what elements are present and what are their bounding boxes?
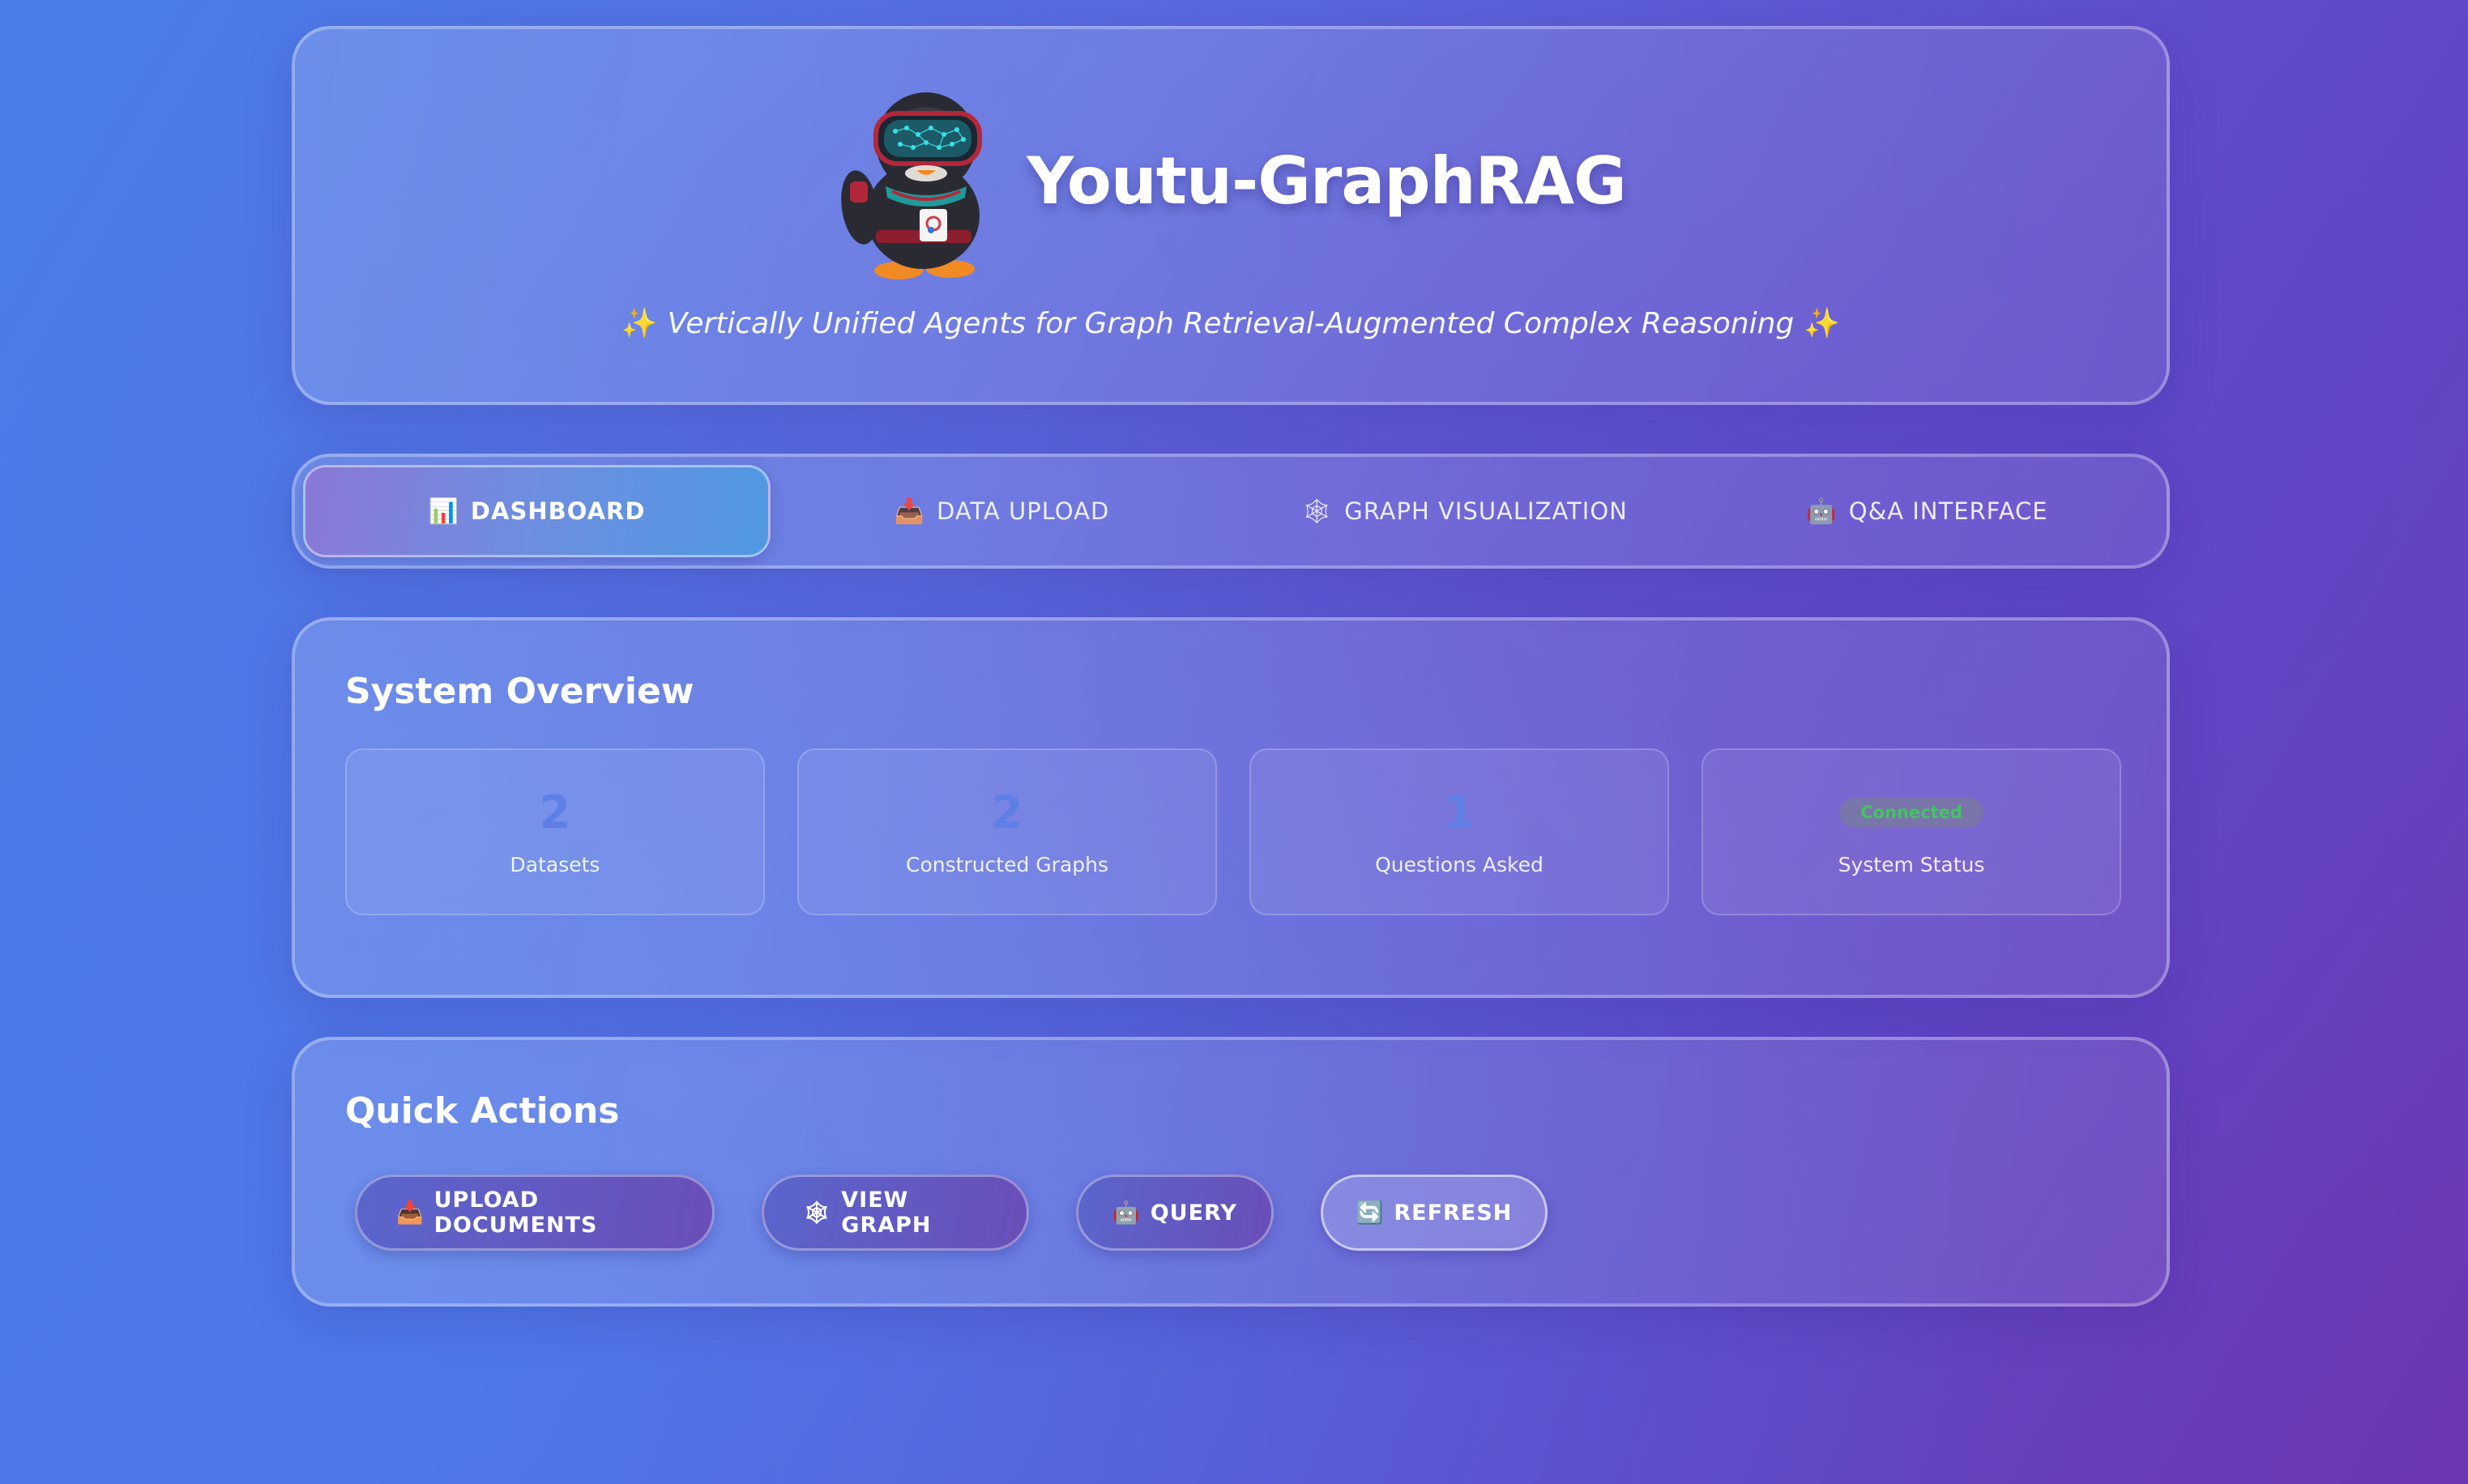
tab-label: Dashboard bbox=[470, 497, 646, 525]
sparkle-icon: ✨ bbox=[1804, 307, 1841, 340]
inbox-tray-icon: 📥 bbox=[894, 497, 926, 526]
stat-label: Constructed Graphs bbox=[906, 852, 1108, 876]
status-badge-wrap: Connected bbox=[1839, 788, 1983, 838]
spider-web-icon: 🕸 bbox=[803, 1200, 832, 1226]
quick-actions-row: 📥 Upload Documents 🕸 View Graph 🤖 Query … bbox=[355, 1175, 1548, 1251]
system-overview-panel: System Overview 2 Datasets 2 Constructed… bbox=[292, 617, 2170, 998]
status-badge: Connected bbox=[1839, 798, 1983, 828]
stat-card-datasets: 2 Datasets bbox=[345, 748, 765, 915]
app-subtitle: Vertically Unified Agents for Graph Retr… bbox=[667, 307, 1795, 340]
upload-documents-button[interactable]: 📥 Upload Documents bbox=[355, 1175, 715, 1251]
stat-value: 1 bbox=[1443, 786, 1475, 839]
refresh-button[interactable]: 🔄 Refresh bbox=[1321, 1175, 1548, 1251]
button-label: Upload Documents bbox=[433, 1188, 598, 1238]
brand: Youtu-GraphRAG bbox=[295, 86, 2167, 280]
quick-actions-panel: Quick Actions 📥 Upload Documents 🕸 View … bbox=[292, 1037, 2170, 1307]
refresh-icon: 🔄 bbox=[1356, 1200, 1385, 1226]
bar-chart-icon: 📊 bbox=[428, 497, 459, 526]
stat-value: 2 bbox=[991, 786, 1023, 839]
stat-label: Questions Asked bbox=[1375, 852, 1544, 876]
stat-value: 2 bbox=[539, 786, 571, 839]
button-label: Refresh bbox=[1394, 1200, 1513, 1226]
inbox-tray-icon: 📥 bbox=[396, 1200, 425, 1226]
query-button[interactable]: 🤖 Query bbox=[1076, 1175, 1274, 1251]
tab-data-upload[interactable]: 📥 Data Upload bbox=[771, 465, 1233, 557]
header-panel: Youtu-GraphRAG ✨ Vertically Unified Agent… bbox=[292, 26, 2170, 405]
stat-label: System Status bbox=[1838, 852, 1985, 876]
button-label: View Graph bbox=[841, 1188, 932, 1238]
stat-label: Datasets bbox=[510, 852, 600, 876]
tab-graph-visualization[interactable]: 🕸 Graph Visualization bbox=[1233, 465, 1696, 557]
stat-card-constructed-graphs: 2 Constructed Graphs bbox=[797, 748, 1217, 915]
app-subtitle-row: ✨ Vertically Unified Agents for Graph Ret… bbox=[295, 306, 2167, 340]
robot-icon: 🤖 bbox=[1806, 497, 1838, 526]
button-label: Query bbox=[1150, 1200, 1237, 1226]
view-graph-button[interactable]: 🕸 View Graph bbox=[762, 1175, 1029, 1251]
tab-qa-interface[interactable]: 🤖 Q&A Interface bbox=[1696, 465, 2158, 557]
app-title: Youtu-GraphRAG bbox=[1027, 143, 1626, 219]
tab-label: Data Upload bbox=[937, 497, 1110, 525]
section-title: System Overview bbox=[345, 671, 694, 712]
stat-card-system-status: Connected System Status bbox=[1702, 748, 2121, 915]
stat-card-questions-asked: 1 Questions Asked bbox=[1249, 748, 1669, 915]
tab-dashboard[interactable]: 📊 Dashboard bbox=[303, 465, 771, 557]
spider-web-icon: 🕸 bbox=[1301, 497, 1334, 526]
robot-icon: 🤖 bbox=[1112, 1200, 1141, 1226]
tab-label: Graph Visualization bbox=[1344, 497, 1628, 525]
sparkle-icon: ✨ bbox=[621, 307, 658, 340]
stats-row: 2 Datasets 2 Constructed Graphs 1 Questi… bbox=[345, 748, 2121, 915]
section-title: Quick Actions bbox=[345, 1090, 620, 1132]
tab-label: Q&A Interface bbox=[1848, 497, 2048, 525]
penguin-mascot-icon bbox=[841, 92, 983, 279]
main-tab-bar: 📊 Dashboard 📥 Data Upload 🕸 Graph Visual… bbox=[292, 454, 2170, 569]
